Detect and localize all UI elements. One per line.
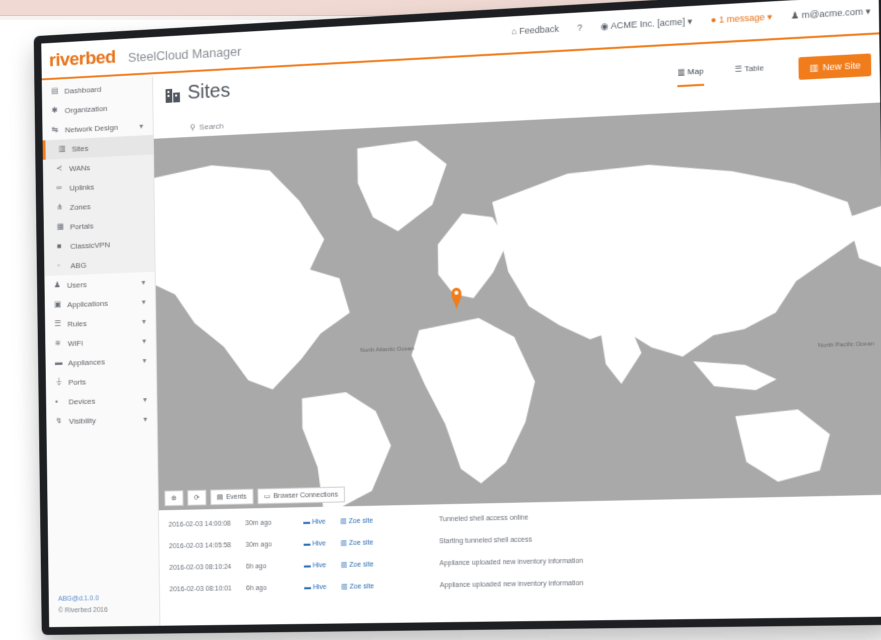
- link-icon: ∞: [56, 183, 62, 193]
- portal-icon: ▦: [56, 221, 65, 231]
- search-box[interactable]: ⚲ Search: [190, 122, 224, 133]
- building-icon: ▥: [809, 61, 819, 73]
- appliance-link[interactable]: ▬ Hive: [303, 518, 340, 526]
- chevron-down-icon: ▾: [139, 121, 144, 131]
- building-icon: ▥: [58, 144, 66, 154]
- refresh-icon: ⟳: [193, 494, 200, 502]
- globe-icon: ◉: [600, 20, 611, 32]
- user-icon: ♟: [790, 9, 802, 21]
- sitemap-icon: ⋔: [56, 202, 63, 212]
- chart-icon: ↯: [55, 416, 63, 426]
- laptop-screen-bezel: riverbed SteelCloud Manager ⌂ Feedback ?…: [33, 0, 881, 635]
- continent-greenland: [357, 139, 448, 233]
- site-link[interactable]: ▥ Zoe site: [341, 581, 440, 590]
- lock-icon: ■: [57, 241, 62, 251]
- page-title: Sites: [164, 80, 230, 106]
- ocean-label-atlantic: North Atlantic Ocean: [360, 346, 414, 354]
- event-row: 2016-02-03 14:00:08 30m ago ▬ Hive ▥ Zoe…: [168, 513, 529, 529]
- plug-icon: ⏚: [55, 377, 63, 387]
- user-icon: ♟: [53, 280, 61, 290]
- event-row: 2016-02-03 08:10:24 6h ago ▬ Hive ▥ Zoe …: [169, 557, 584, 572]
- wifi-icon: ≋: [54, 338, 62, 348]
- share-icon: ≺: [56, 163, 63, 173]
- riverbed-logo[interactable]: riverbed: [49, 47, 116, 72]
- header-nav: ⌂ Feedback ? ◉ ACME Inc. [acme] ▾ ● 1 me…: [511, 6, 870, 38]
- map-icon: ▥: [677, 67, 688, 78]
- chevron-down-icon: ▾: [143, 394, 147, 404]
- events-toggle[interactable]: ▤ Events: [209, 488, 254, 506]
- messages-dropdown[interactable]: ● 1 message ▾: [711, 12, 772, 27]
- appliance-link[interactable]: ▬ Hive: [304, 561, 341, 569]
- appliance-icon: ▬: [54, 357, 63, 367]
- continent-asia: [491, 155, 861, 363]
- continent-africa: [411, 316, 537, 485]
- site-marker[interactable]: [451, 287, 462, 310]
- continent-southeast-asia: [693, 358, 777, 392]
- building-icon: ▥: [340, 518, 349, 526]
- chevron-down-icon: ▾: [143, 414, 148, 424]
- chevron-down-icon: ▾: [141, 316, 146, 326]
- appliance-icon: ▬: [303, 518, 313, 526]
- zoom-icon: ⊕: [171, 495, 177, 503]
- building-icon: [165, 88, 180, 103]
- appliance-icon: ▬: [303, 561, 313, 570]
- apps-icon: ▣: [54, 299, 62, 309]
- sidebar: ▤ Dashboard ✱ Organization ↹ Network Design…: [41, 76, 161, 628]
- list-icon: ▤: [216, 494, 224, 502]
- abg-icon: ◦: [57, 260, 61, 270]
- appliance-icon: ▬: [303, 540, 313, 548]
- appliance-icon: ▬: [304, 583, 313, 591]
- appliance-link[interactable]: ▬ Hive: [304, 583, 341, 591]
- browser-connections-toggle[interactable]: ▭ Browser Connections: [257, 486, 345, 505]
- view-tabs: ▥ Map ☰ Table: [677, 63, 765, 88]
- site-link[interactable]: ▥ Zoe site: [340, 537, 440, 548]
- sidebar-item-visibility[interactable]: ↯ Visibility ▾: [46, 409, 157, 432]
- building-icon: ▥: [340, 561, 350, 569]
- help-link[interactable]: ?: [577, 22, 582, 33]
- continent-australia: [735, 408, 831, 483]
- chevron-down-icon: ▾: [142, 355, 147, 365]
- tab-map[interactable]: ▥ Map: [677, 66, 704, 88]
- chevron-down-icon: ▾: [141, 277, 146, 287]
- chevron-down-icon: ▾: [142, 336, 147, 346]
- chevron-down-icon: ▾: [141, 297, 146, 306]
- version-link[interactable]: ABG@d.1.0.0: [58, 593, 108, 605]
- map-canvas: North Atlantic Ocean North Pacific Ocean: [154, 139, 881, 508]
- refresh-button[interactable]: ⟳: [187, 489, 207, 506]
- zoom-button[interactable]: ⊕: [164, 490, 184, 507]
- events-list: 2016-02-03 14:00:08 30m ago ▬ Hive ▥ Zoe…: [158, 496, 881, 626]
- network-icon: ↹: [51, 125, 59, 135]
- building-icon: ▥: [340, 540, 350, 548]
- sidebar-footer: ABG@d.1.0.0 © Riverbed 2016: [58, 593, 108, 617]
- gear-icon: ✱: [51, 105, 58, 115]
- rules-icon: ☰: [54, 319, 62, 329]
- main-content: Sites ⚲Search ▥ Map ☰ Table ▥New Site: [153, 36, 881, 626]
- org-selector[interactable]: ◉ ACME Inc. [acme] ▾: [601, 16, 693, 32]
- user-menu[interactable]: ♟ m@acme.com ▾: [791, 6, 871, 22]
- feedback-link[interactable]: ⌂ Feedback: [511, 24, 559, 38]
- event-row: 2016-02-03 08:10:01 6h ago ▬ Hive ▥ Zoe …: [169, 579, 584, 593]
- world-map[interactable]: North Atlantic Ocean North Pacific Ocean…: [153, 102, 881, 511]
- device-icon: ▪: [55, 396, 59, 406]
- site-link[interactable]: ▥ Zoe site: [340, 515, 439, 526]
- tab-table[interactable]: ☰ Table: [735, 63, 765, 84]
- event-row: 2016-02-03 14:05:58 30m ago ▬ Hive ▥ Zoe…: [168, 536, 533, 550]
- monitor-icon: ▭: [263, 493, 271, 501]
- copyright: © Riverbed 2016: [58, 606, 108, 615]
- ocean-label-pacific: North Pacific Ocean: [818, 341, 874, 349]
- site-link[interactable]: ▥ Zoe site: [341, 559, 440, 569]
- table-icon: ☰: [734, 64, 745, 75]
- new-site-button[interactable]: ▥ New Site: [798, 53, 872, 80]
- continent-north-america: [154, 158, 351, 393]
- appliance-link[interactable]: ▬ Hive: [303, 540, 341, 548]
- dashboard-icon: ▤: [51, 86, 59, 96]
- search-icon: ⚲: [189, 122, 196, 133]
- product-name: SteelCloud Manager: [127, 43, 242, 65]
- building-icon: ▥: [341, 583, 350, 591]
- app-window: riverbed SteelCloud Manager ⌂ Feedback ?…: [41, 0, 881, 628]
